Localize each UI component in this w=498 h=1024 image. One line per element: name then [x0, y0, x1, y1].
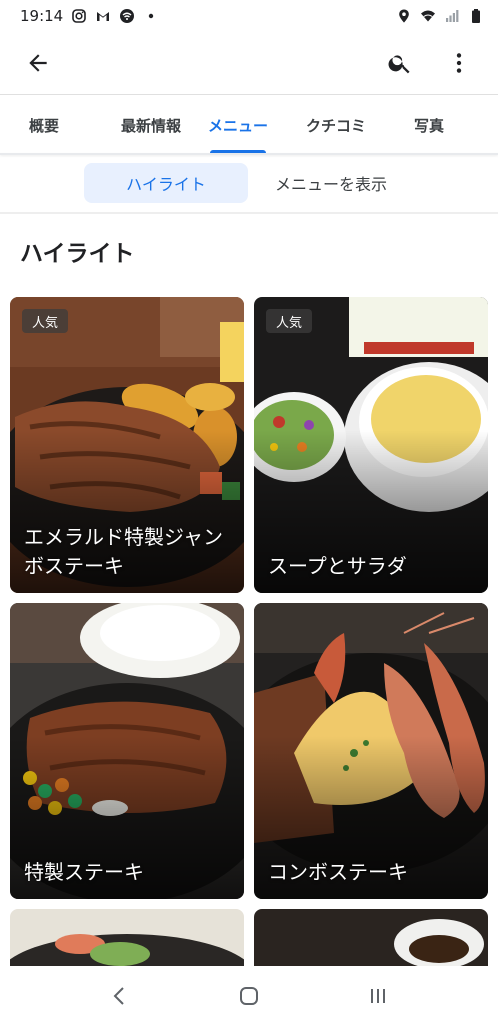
tabs-divider: [0, 153, 498, 155]
back-button[interactable]: [14, 39, 62, 87]
tab-updates[interactable]: 最新情報: [96, 95, 206, 155]
status-right: [396, 8, 484, 24]
battery-icon: [468, 8, 484, 24]
menu-item-name: エメラルド特製ジャンボステーキ: [24, 525, 223, 578]
menu-card-soup-salad[interactable]: 人気 スープとサラダ: [254, 297, 488, 593]
nav-back-icon: [113, 987, 124, 1005]
cell-signal-icon: [444, 8, 460, 24]
dot-icon: [143, 8, 159, 24]
location-icon: [396, 8, 412, 24]
nav-home-button[interactable]: [225, 974, 273, 1018]
app-bar: [0, 32, 498, 94]
menu-item-name: 特製ステーキ: [24, 860, 144, 884]
menu-item-name: スープとサラダ: [268, 554, 407, 578]
wifi-icon: [119, 8, 135, 24]
system-nav-bar: [0, 966, 498, 1024]
nav-home-icon: [240, 987, 258, 1005]
menu-card-jumbo-steak[interactable]: 人気 エメラルド特製ジャンボステーキ: [10, 297, 244, 593]
instagram-icon: [71, 8, 87, 24]
menu-card-partial-left[interactable]: [10, 909, 244, 969]
more-vert-icon: [456, 53, 462, 73]
food-photo: [10, 909, 244, 969]
food-photo: [254, 909, 488, 969]
status-time: 19:14: [20, 7, 64, 25]
search-icon: [388, 55, 410, 74]
status-bar: 19:14: [0, 0, 498, 32]
section-title: ハイライト: [20, 241, 135, 267]
tab-overview[interactable]: 概要: [10, 95, 78, 155]
status-left: 19:14: [20, 7, 159, 25]
sub-divider: [0, 212, 498, 214]
popular-badge: 人気: [266, 309, 313, 333]
menu-item-name: コンボステーキ: [268, 860, 408, 884]
tab-reviews[interactable]: クチコミ: [292, 95, 380, 155]
menu-card-partial-right[interactable]: [254, 909, 488, 969]
arrow-back-icon: [29, 54, 47, 72]
tab-bar: 概要 最新情報 メニュー クチコミ 写真: [0, 94, 498, 154]
nav-recents-icon: [371, 989, 385, 1003]
nav-back-button[interactable]: [96, 974, 144, 1018]
tab-menu[interactable]: メニュー: [198, 95, 278, 155]
nav-recents-button[interactable]: [354, 974, 402, 1018]
menu-view-toggle: ハイライト メニューを表示: [0, 156, 498, 212]
menu-card-combo-steak[interactable]: コンボステーキ: [254, 603, 488, 899]
popular-badge: 人気: [22, 309, 69, 333]
menu-card-special-steak[interactable]: 特製ステーキ: [10, 603, 244, 899]
gmail-icon: [95, 8, 111, 24]
search-button[interactable]: [376, 39, 424, 87]
show-menu-chip[interactable]: メニューを表示: [256, 163, 406, 203]
wifi-signal-icon: [420, 8, 436, 24]
more-options-button[interactable]: [435, 39, 483, 87]
tab-photos[interactable]: 写真: [396, 95, 462, 155]
highlight-chip[interactable]: ハイライト: [84, 163, 248, 203]
